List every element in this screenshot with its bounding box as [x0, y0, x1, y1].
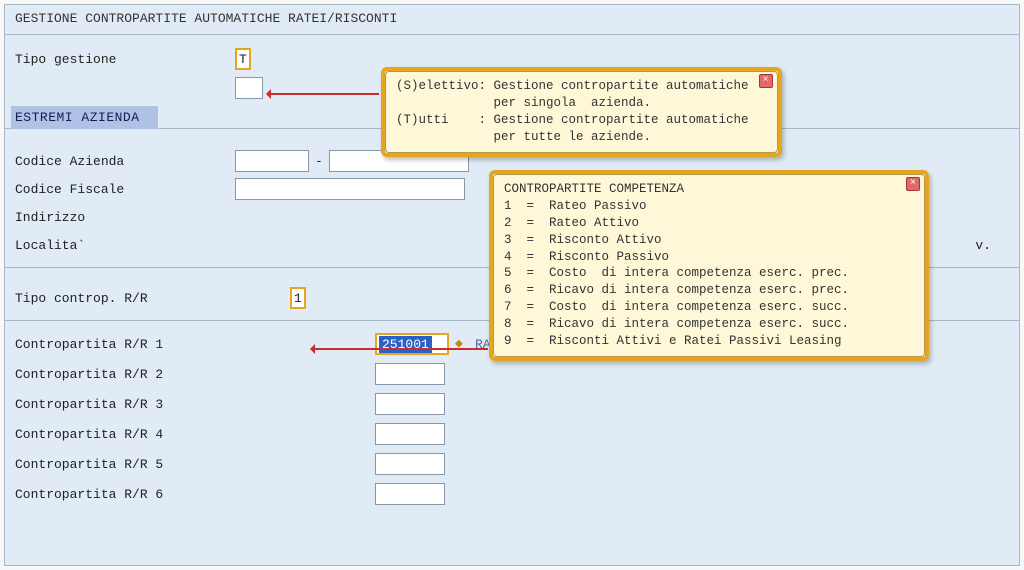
indirizzo-label: Indirizzo [15, 210, 235, 225]
dash-separator: - [315, 154, 323, 169]
close-icon[interactable]: × [906, 177, 920, 191]
tipo-gestione-value: T [239, 52, 247, 67]
help-controp-wrap: ×CONTROPARTITE COMPETENZA 1 = Rateo Pass… [489, 170, 929, 361]
contropartita-field-6[interactable] [375, 483, 445, 505]
tipo-gestione-field[interactable]: T [235, 48, 251, 70]
contropartita-field-3[interactable] [375, 393, 445, 415]
contropartita-label-5: Contropartita R/R 5 [15, 457, 375, 472]
contropartita-field-5[interactable] [375, 453, 445, 475]
window-title: GESTIONE CONTROPARTITE AUTOMATICHE RATEI… [5, 5, 1019, 35]
contropartita-label-4: Contropartita R/R 4 [15, 427, 375, 442]
help-tipo-gestione-wrap: ×(S)elettivo: Gestione contropartite aut… [381, 67, 782, 157]
codice-fiscale-label: Codice Fiscale [15, 182, 235, 197]
help-controp: ×CONTROPARTITE COMPETENZA 1 = Rateo Pass… [493, 174, 925, 357]
tipo-controp-value: 1 [294, 291, 302, 306]
codice-azienda-label: Codice Azienda [15, 154, 235, 169]
tipo-gestione-label: Tipo gestione [15, 52, 235, 67]
arrow-tipo-gestione [269, 93, 379, 95]
codice-azienda-input-1[interactable] [235, 150, 309, 172]
help-tipo-gestione: ×(S)elettivo: Gestione contropartite aut… [385, 71, 778, 153]
tipo-controp-field[interactable]: 1 [290, 287, 306, 309]
estremi-heading: ESTREMI AZIENDA [11, 106, 158, 129]
contropartita-field-2[interactable] [375, 363, 445, 385]
arrow-tipo-controp [313, 348, 488, 350]
localita-suffix: v. [975, 238, 991, 253]
contropartita-label-2: Contropartita R/R 2 [15, 367, 375, 382]
tipo-gestione-secondary-box[interactable] [235, 77, 263, 99]
contropartita-field-1[interactable]: 251001 [375, 333, 449, 355]
close-icon[interactable]: × [759, 74, 773, 88]
localita-label: Localita` [15, 238, 235, 253]
app-window: GESTIONE CONTROPARTITE AUTOMATICHE RATEI… [4, 4, 1020, 566]
contropartita-field-4[interactable] [375, 423, 445, 445]
tipo-controp-label: Tipo controp. R/R [15, 291, 290, 306]
codice-fiscale-input[interactable] [235, 178, 465, 200]
contropartita-label-6: Contropartita R/R 6 [15, 487, 375, 502]
contropartita-label-3: Contropartita R/R 3 [15, 397, 375, 412]
